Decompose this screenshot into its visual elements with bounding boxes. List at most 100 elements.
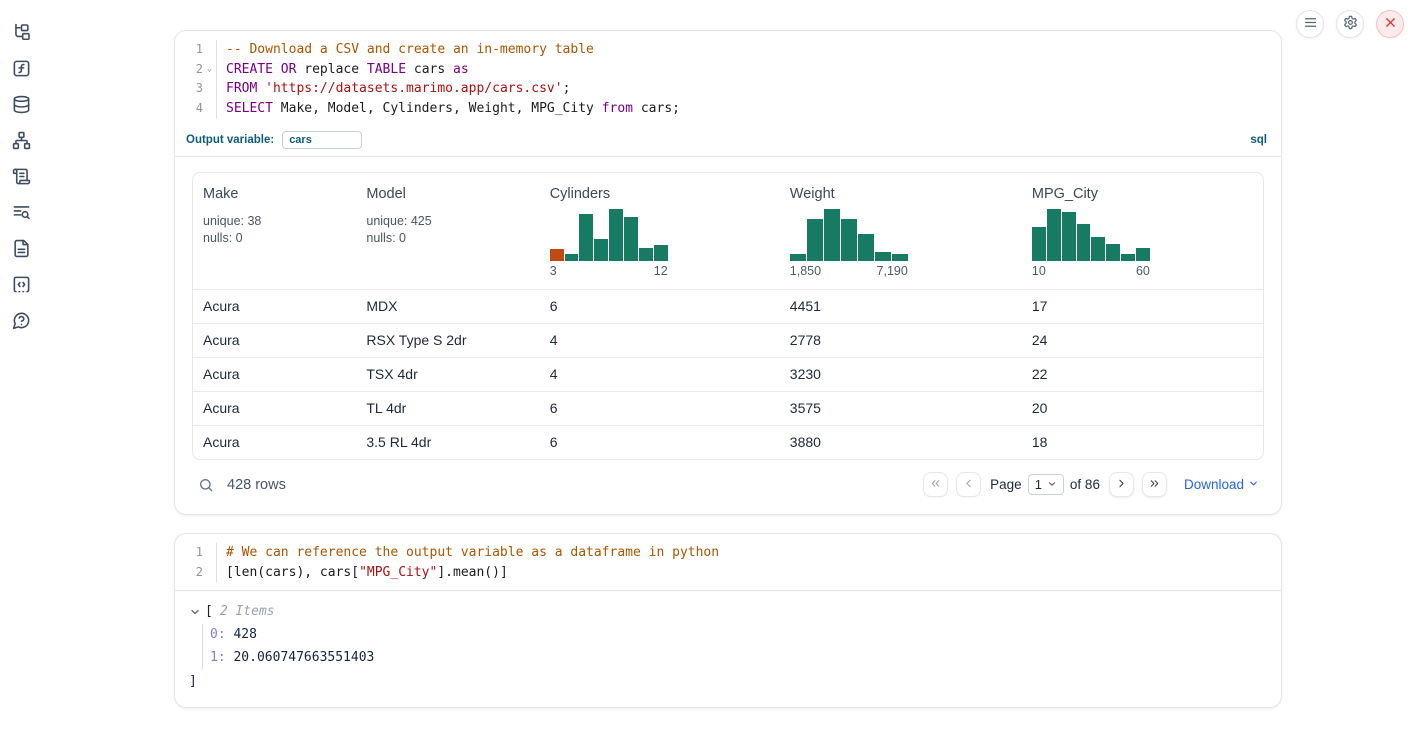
- histogram-axis-labels: 1060: [1032, 264, 1150, 278]
- table-cell: 17: [1022, 290, 1263, 323]
- table-cell: 22: [1022, 358, 1263, 391]
- language-badge: sql: [1250, 134, 1267, 146]
- chevron-down-icon: [1248, 477, 1259, 492]
- histogram-bar: [875, 252, 891, 261]
- histogram-bar: [594, 239, 608, 261]
- tree-entry: 0: 428: [210, 624, 1265, 647]
- histogram-axis-labels: 1,8507,190: [790, 264, 908, 278]
- code-token: [273, 62, 281, 77]
- previous-page-button[interactable]: [956, 472, 981, 497]
- table-cell: 6: [540, 426, 780, 459]
- code-token: [257, 81, 265, 96]
- fold-chevron-icon[interactable]: ⌄: [203, 60, 216, 80]
- database-icon[interactable]: [12, 95, 31, 114]
- code-token: OR: [281, 62, 297, 77]
- code-text: FROM 'https://datasets.marimo.app/cars.c…: [217, 79, 570, 99]
- histogram-bar: [1032, 227, 1046, 261]
- histogram-axis-labels: 312: [550, 264, 668, 278]
- line-number: 1: [196, 40, 203, 60]
- histogram-bar: [624, 217, 638, 261]
- menu-icon: [1303, 15, 1318, 33]
- tree-entries: 0: 4281: 20.060747663551403: [202, 624, 1265, 669]
- table-cell: 6: [540, 392, 780, 425]
- histogram-bar: [654, 245, 668, 261]
- next-page-button[interactable]: [1109, 472, 1134, 497]
- last-page-button[interactable]: [1142, 472, 1167, 497]
- output-variable-input[interactable]: [282, 131, 362, 149]
- table-cell: Acura: [193, 358, 356, 391]
- column-title: Cylinders: [550, 186, 772, 202]
- sidebar: [0, 0, 42, 330]
- axis-min-label: 3: [550, 264, 557, 278]
- table-cell: Acura: [193, 290, 356, 323]
- histogram-bar: [1047, 209, 1061, 261]
- table-cell: RSX Type S 2dr: [356, 324, 539, 357]
- dependency-graph-icon[interactable]: [12, 131, 31, 150]
- code-line[interactable]: 2[len(cars), cars["MPG_City"].mean()]: [175, 563, 1281, 583]
- code-token: ].mean()]: [437, 565, 507, 580]
- table-cell: Acura: [193, 392, 356, 425]
- code-token: FROM: [226, 81, 257, 96]
- logs-search-icon[interactable]: [12, 203, 31, 222]
- column-header[interactable]: MPG_City1060: [1022, 173, 1263, 289]
- code-line[interactable]: 3FROM 'https://datasets.marimo.app/cars.…: [175, 79, 1281, 99]
- column-stats: unique: 425nulls: 0: [366, 213, 531, 247]
- histogram-bar: [1091, 237, 1105, 260]
- code-line[interactable]: 4SELECT Make, Model, Cylinders, Weight, …: [175, 99, 1281, 119]
- line-number-gutter: 3: [175, 79, 217, 99]
- table-cell: 4: [540, 358, 780, 391]
- table-cell: 3880: [780, 426, 1022, 459]
- table-cell: 20: [1022, 392, 1263, 425]
- document-icon[interactable]: [12, 239, 31, 258]
- column-header[interactable]: Weight1,8507,190: [780, 173, 1022, 289]
- table-cell: 3575: [780, 392, 1022, 425]
- stat-line: nulls: 0: [366, 230, 531, 247]
- output-variable-row: Output variable: sql: [175, 127, 1281, 157]
- scroll-icon[interactable]: [12, 167, 31, 186]
- column-title: Make: [203, 186, 348, 202]
- file-tree-icon[interactable]: [12, 23, 31, 42]
- snippets-icon[interactable]: [12, 275, 31, 294]
- table-cell: 3230: [780, 358, 1022, 391]
- download-button[interactable]: Download: [1184, 477, 1259, 492]
- column-header[interactable]: Makeunique: 38nulls: 0: [193, 173, 356, 289]
- table-cell: TL 4dr: [356, 392, 539, 425]
- column-header[interactable]: Modelunique: 425nulls: 0: [356, 173, 539, 289]
- function-square-icon[interactable]: [12, 59, 31, 78]
- tree-entry-value: 428: [226, 627, 257, 642]
- settings-button[interactable]: [1336, 10, 1364, 38]
- pagination: Page 1 of 86 Download: [923, 472, 1259, 497]
- histogram-bar: [807, 219, 823, 261]
- code-token: "MPG_City": [359, 565, 437, 580]
- column-header[interactable]: Cylinders 312: [540, 173, 780, 289]
- table-cell: Acura: [193, 426, 356, 459]
- chevron-right-icon: [1115, 477, 1128, 493]
- line-number: 4: [196, 99, 203, 119]
- help-icon[interactable]: [12, 311, 31, 330]
- python-code-editor[interactable]: 1# We can reference the output variable …: [175, 534, 1281, 590]
- table-cell: 24: [1022, 324, 1263, 357]
- code-text: [len(cars), cars["MPG_City"].mean()]: [217, 563, 508, 583]
- code-token: SELECT: [226, 101, 273, 116]
- page-select[interactable]: 1: [1028, 474, 1064, 495]
- code-line[interactable]: 1 -- Download a CSV and create an in-memo…: [175, 40, 1281, 60]
- collapse-chevron-icon[interactable]: [189, 606, 201, 618]
- code-token: as: [453, 62, 469, 77]
- table-row: AcuraTL 4dr6357520: [193, 391, 1263, 425]
- histogram-bar: [1106, 244, 1120, 261]
- axis-min-label: 1,850: [790, 264, 821, 278]
- code-line[interactable]: 2⌄CREATE OR replace TABLE cars as: [175, 60, 1281, 80]
- table-row: AcuraRSX Type S 2dr4277824: [193, 323, 1263, 357]
- histogram-bar: [790, 254, 806, 261]
- data-table: Makeunique: 38nulls: 0Modelunique: 425nu…: [192, 172, 1264, 460]
- table-header-row: Makeunique: 38nulls: 0Modelunique: 425nu…: [193, 173, 1263, 289]
- first-page-button[interactable]: [923, 472, 948, 497]
- line-number-gutter: 1: [175, 543, 217, 563]
- code-token: -- Download a CSV and create an in-memor…: [226, 42, 594, 57]
- code-line[interactable]: 1# We can reference the output variable …: [175, 543, 1281, 563]
- close-button[interactable]: [1376, 10, 1404, 38]
- menu-button[interactable]: [1296, 10, 1324, 38]
- histogram-bar: [1077, 224, 1091, 260]
- search-icon[interactable]: [198, 477, 214, 493]
- sql-code-editor[interactable]: 1 -- Download a CSV and create an in-memo…: [175, 31, 1281, 127]
